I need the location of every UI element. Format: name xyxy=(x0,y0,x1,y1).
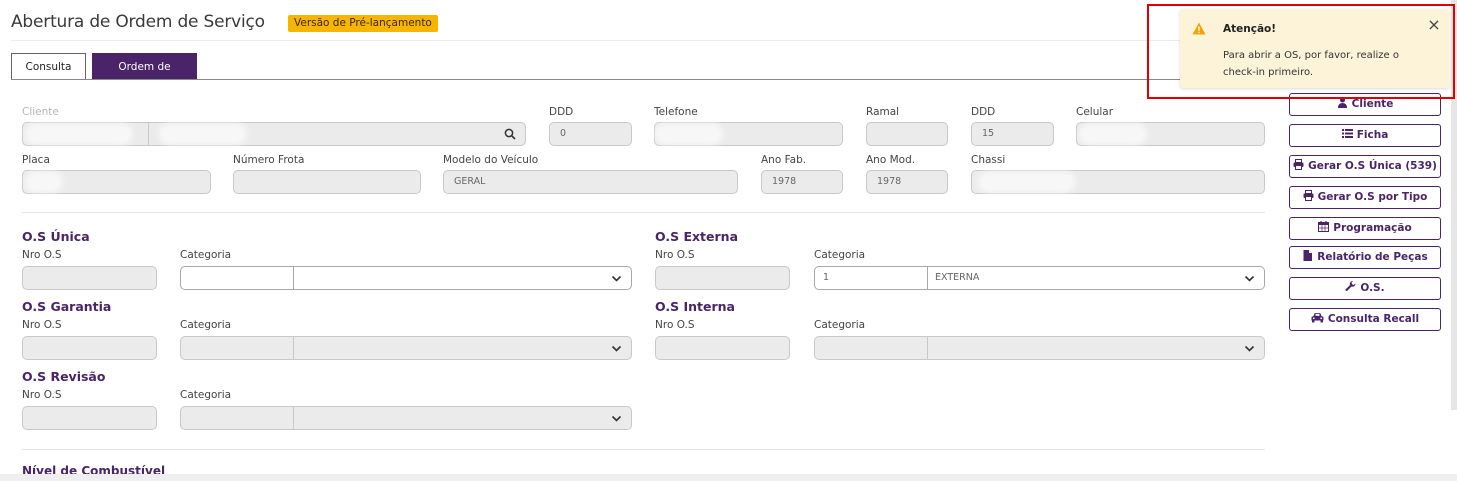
programacao-button-label: Programação xyxy=(1333,222,1412,234)
telefone-label: Telefone xyxy=(654,106,698,118)
os-interna-title: O.S Interna xyxy=(655,299,735,314)
placa-field[interactable] xyxy=(22,170,211,194)
os-revisao-categoria-label: Categoria xyxy=(180,389,232,401)
car-icon xyxy=(1311,313,1324,323)
tab-ordem-de-servico[interactable]: Ordem de Serviço xyxy=(92,53,197,99)
ano-fab-field[interactable]: 1978 xyxy=(761,170,843,194)
modelo-veiculo-field[interactable]: GERAL xyxy=(443,170,738,194)
telefone-field[interactable] xyxy=(654,122,843,146)
ficha-button-label: Ficha xyxy=(1356,129,1389,141)
os-interna-nro-field[interactable] xyxy=(655,336,790,360)
modelo-veiculo-label: Modelo do Veículo xyxy=(443,154,539,166)
gerar-os-por-tipo-button[interactable]: Gerar O.S por Tipo xyxy=(1289,186,1441,209)
relatorio-pecas-button[interactable]: Relatório de Peças xyxy=(1289,246,1441,269)
os-revisao-categoria-select[interactable] xyxy=(180,406,632,430)
programacao-button[interactable]: Programação xyxy=(1289,217,1441,240)
search-icon[interactable] xyxy=(504,128,516,140)
os-interna-categoria-label: Categoria xyxy=(814,319,866,331)
chassi-field[interactable] xyxy=(971,170,1265,194)
chassi-label: Chassi xyxy=(971,154,1006,166)
os-revisao-nro-label: Nro O.S xyxy=(22,389,62,401)
blurred-value xyxy=(29,127,129,141)
os-unica-nro-field[interactable] xyxy=(22,266,157,290)
cliente-label: Cliente xyxy=(22,106,59,118)
blurred-value xyxy=(659,127,719,141)
blurred-value xyxy=(29,175,59,189)
page-title: Abertura de Ordem de Serviço xyxy=(11,12,265,32)
os-revisao-title: O.S Revisão xyxy=(22,369,106,384)
os-externa-categoria-select[interactable]: 1 EXTERNA xyxy=(814,266,1265,290)
ano-mod-field[interactable]: 1978 xyxy=(866,170,948,194)
consulta-recall-button[interactable]: Consulta Recall xyxy=(1289,308,1441,331)
ddd-celular-label: DDD xyxy=(971,106,996,118)
blurred-value xyxy=(1083,127,1143,141)
numero-frota-label: Número Frota xyxy=(233,154,305,166)
os-garantia-categoria-select[interactable] xyxy=(180,336,632,360)
list-icon xyxy=(1341,129,1353,138)
os-interna-nro-label: Nro O.S xyxy=(655,319,695,331)
os-garantia-nro-field[interactable] xyxy=(22,336,157,360)
ddd-field[interactable]: 0 xyxy=(549,122,632,146)
os-externa-categoria-name: EXTERNA xyxy=(935,272,980,283)
consulta-recall-button-label: Consulta Recall xyxy=(1327,313,1420,325)
tabs-divider xyxy=(11,79,1285,80)
gerar-os-unica-button-label: Gerar O.S Única (539) xyxy=(1308,160,1437,172)
os-externa-title: O.S Externa xyxy=(655,229,739,244)
blurred-value xyxy=(163,127,243,141)
highlight-frame xyxy=(1147,4,1455,99)
file-icon xyxy=(1303,250,1313,261)
celular-field[interactable] xyxy=(1076,122,1265,146)
chevron-down-icon xyxy=(1244,275,1255,282)
os-externa-nro-label: Nro O.S xyxy=(655,249,695,261)
cliente-search-field[interactable] xyxy=(22,122,526,146)
ano-mod-label: Ano Mod. xyxy=(866,154,916,166)
prerelease-badge: Versão de Pré-lançamento xyxy=(288,15,438,32)
os-unica-categoria-select[interactable] xyxy=(180,266,632,290)
os-externa-categoria-code: 1 xyxy=(823,272,830,283)
os-garantia-nro-label: Nro O.S xyxy=(22,319,62,331)
os-unica-title: O.S Única xyxy=(22,229,90,244)
cliente-button-label: Cliente xyxy=(1351,98,1394,110)
header-divider xyxy=(11,40,1287,41)
section-divider xyxy=(22,449,1265,450)
chevron-down-icon xyxy=(611,415,622,422)
gerar-os-por-tipo-button-label: Gerar O.S por Tipo xyxy=(1317,191,1428,203)
os-unica-nro-label: Nro O.S xyxy=(22,249,62,261)
os-interna-categoria-select[interactable] xyxy=(814,336,1265,360)
os-garantia-categoria-label: Categoria xyxy=(180,319,232,331)
section-divider xyxy=(22,212,1265,213)
gerar-os-unica-button[interactable]: Gerar O.S Única (539) xyxy=(1289,155,1441,178)
os-button[interactable]: O.S. xyxy=(1289,277,1441,300)
os-revisao-nro-field[interactable] xyxy=(22,406,157,430)
chevron-down-icon xyxy=(611,275,622,282)
placa-label: Placa xyxy=(22,154,50,166)
os-externa-categoria-label: Categoria xyxy=(814,249,866,261)
wrench-icon xyxy=(1345,281,1356,292)
calendar-icon xyxy=(1318,221,1330,232)
os-button-label: O.S. xyxy=(1360,282,1385,294)
ano-fab-label: Ano Fab. xyxy=(761,154,807,166)
numero-frota-field[interactable] xyxy=(233,170,421,194)
relatorio-pecas-button-label: Relatório de Peças xyxy=(1317,251,1428,263)
os-externa-nro-field[interactable] xyxy=(655,266,790,290)
ddd-label: DDD xyxy=(549,106,574,118)
horizontal-scrollbar[interactable] xyxy=(0,474,1457,481)
celular-label: Celular xyxy=(1076,106,1114,118)
printer-icon xyxy=(1303,190,1314,201)
os-garantia-title: O.S Garantia xyxy=(22,299,112,314)
ficha-button[interactable]: Ficha xyxy=(1289,124,1441,147)
tab-consulta[interactable]: Consulta xyxy=(11,53,86,80)
chevron-down-icon xyxy=(611,345,622,352)
chevron-down-icon xyxy=(1244,345,1255,352)
printer-icon xyxy=(1293,159,1304,170)
blurred-value xyxy=(982,175,1072,189)
ddd-celular-field[interactable]: 15 xyxy=(971,122,1054,146)
ramal-label: Ramal xyxy=(866,106,900,118)
ramal-field[interactable] xyxy=(866,122,948,146)
os-unica-categoria-label: Categoria xyxy=(180,249,232,261)
